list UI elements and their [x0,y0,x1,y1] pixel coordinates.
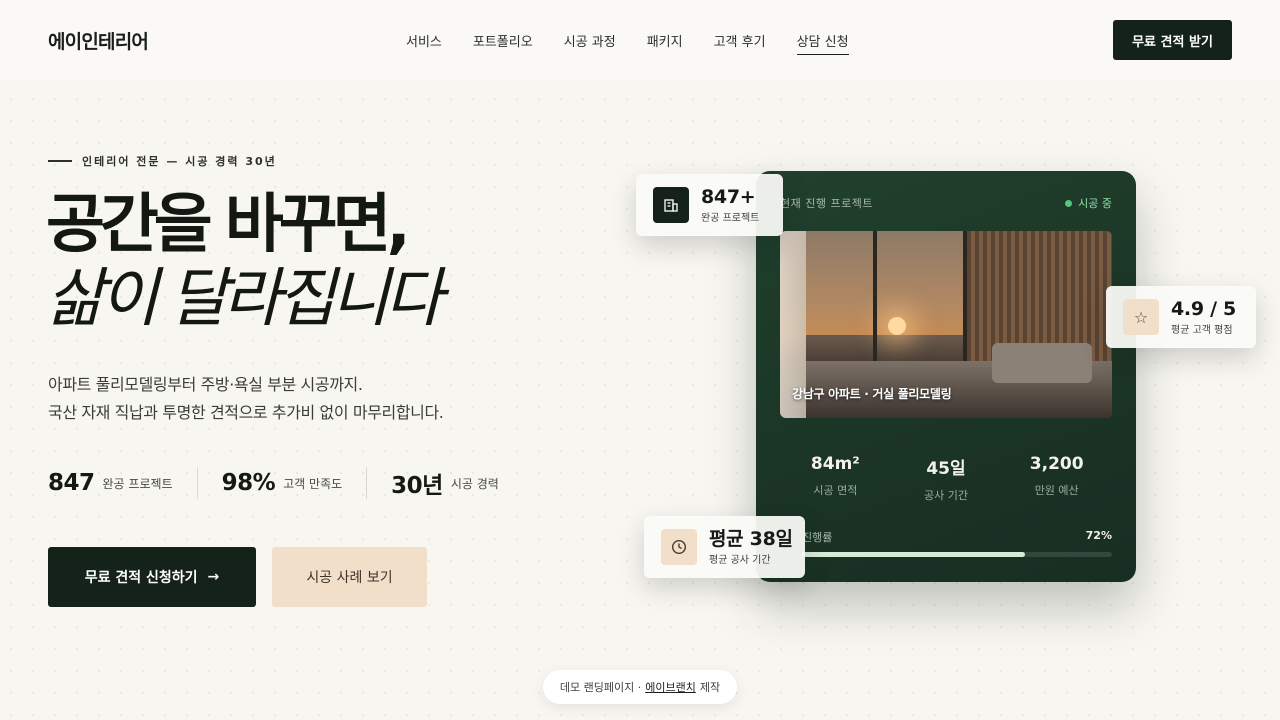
top-nav: 에이인테리어 서비스 포트폴리오 시공 과정 패키지 고객 후기 상담 신청 무… [0,0,1280,80]
stat-value: 3,200 [1029,454,1084,474]
nav-item-reviews[interactable]: 고객 후기 [714,31,766,55]
rating-badge: ☆ 4.9 / 5 평균 고객 평점 [1106,286,1256,348]
sunset-graphic [888,317,906,335]
card-label: 현재 진행 프로젝트 [780,197,873,210]
status-badge: 시공 중 [1065,195,1112,211]
eyebrow-text: 인테리어 전문 — 시공 경력 30년 [82,155,277,168]
badge-label: 평균 공사 기간 [709,554,771,566]
stat-label: 고객 만족도 [283,476,343,491]
clock-icon [661,529,697,565]
view-cases-button[interactable]: 시공 사례 보기 [272,547,427,607]
badge-value: 4.9 / 5 [1171,297,1236,320]
stat-label: 공사 기간 [924,489,968,502]
photo-caption: 강남구 아파트 · 거실 풀리모델링 [792,387,952,401]
credit-link[interactable]: 에이브랜치 [645,679,696,695]
hero-title-line2: 삶이 달라집니다 [46,262,444,336]
project-photo: 강남구 아파트 · 거실 풀리모델링 [780,231,1112,418]
progress-bar [802,552,1112,557]
credit-prefix: 데모 랜딩페이지 · [559,681,642,694]
stat-experience: 30년 시공 경력 [366,467,523,499]
project-stats: 84m² 시공 면적 45일 공사 기간 3,200 만원 예산 [780,454,1112,503]
nav-item-consultation[interactable]: 상담 신청 [796,31,849,55]
badge-label: 평균 고객 평점 [1171,324,1233,336]
progress-fill [802,552,1026,557]
stat-value: 84m² [810,454,860,474]
stat-label: 완공 프로젝트 [102,476,173,491]
stat-value: 847 [48,470,95,496]
hero-stats: 847 완공 프로젝트 98% 고객 만족도 30년 시공 경력 [48,467,523,499]
stat-label: 시공 면적 [813,484,858,497]
hero-title-line1: 공간을 바꾸면, [46,188,411,262]
stat-projects: 847 완공 프로젝트 [48,467,197,499]
badge-value: 847+ [701,185,756,208]
nav-item-services[interactable]: 서비스 [406,31,442,55]
nav-item-process[interactable]: 시공 과정 [564,31,616,55]
hero-lead: 아파트 풀리모델링부터 주방·욕실 부분 시공까지. 국산 자재 직납과 투명한… [48,371,568,427]
free-quote-button[interactable]: 무료 견적 받기 [1113,20,1232,60]
project-stat-budget: 3,200 만원 예산 [1001,454,1112,503]
eyebrow-divider [48,160,72,162]
demo-credit-pill: 데모 랜딩페이지 · 에이브랜치 제작 [543,670,737,704]
brand-logo[interactable]: 에이인테리어 [48,27,149,54]
arrow-right-icon: → [207,569,220,585]
free-quote-request-button[interactable]: 무료 견적 신청하기 → [48,547,256,607]
completed-projects-badge: 847+ 완공 프로젝트 [636,174,783,236]
badge-value: 평균 38일 [709,527,793,550]
duration-badge: 평균 38일 평균 공사 기간 [644,516,805,578]
project-stat-area: 84m² 시공 면적 [780,454,891,503]
stat-value: 98% [221,470,276,496]
stat-value: 30년 [391,473,443,499]
hero-lead-line1: 아파트 풀리모델링부터 주방·욕실 부분 시공까지. [48,375,363,394]
star-icon: ☆ [1123,299,1159,335]
stat-label: 시공 경력 [450,476,499,491]
progress-percent: 72% [1085,529,1112,542]
stat-label: 만원 예산 [1034,484,1079,497]
nav-menu: 서비스 포트폴리오 시공 과정 패키지 고객 후기 상담 신청 [406,31,849,55]
stat-value: 45일 [926,459,966,479]
hero-eyebrow: 인테리어 전문 — 시공 경력 30년 [48,153,277,169]
building-icon [653,187,689,223]
badge-label: 완공 프로젝트 [701,212,760,224]
status-text: 시공 중 [1078,197,1112,210]
project-stat-duration: 45일 공사 기간 [891,454,1002,503]
nav-item-portfolio[interactable]: 포트폴리오 [473,31,533,55]
nav-item-packages[interactable]: 패키지 [647,31,683,55]
current-project-card: 현재 진행 프로젝트 시공 중 강남구 아파트 · 거실 풀리모델링 84m² … [756,171,1136,582]
stat-satisfaction: 98% 고객 만족도 [196,467,367,499]
credit-suffix: 제작 [699,681,721,694]
hero-lead-line2: 국산 자재 직납과 투명한 견적으로 추가비 없이 마무리합니다. [48,403,444,422]
button-label: 무료 견적 신청하기 [84,570,198,586]
status-dot-icon [1065,199,1073,207]
progress-label: 진행률 [802,531,833,544]
